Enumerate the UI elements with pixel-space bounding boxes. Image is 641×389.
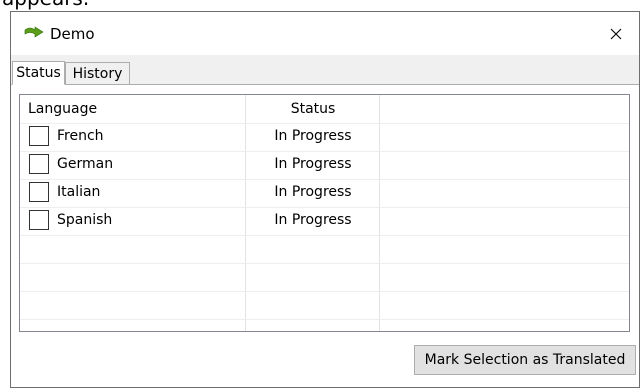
row-divider — [20, 319, 629, 320]
row-checkbox[interactable] — [29, 126, 49, 146]
row-checkbox[interactable] — [29, 182, 49, 202]
status-cell: In Progress — [274, 212, 352, 228]
row-divider — [20, 291, 629, 292]
status-cell: In Progress — [274, 128, 352, 144]
status-tab-panel: Language Status French In Progress Germa… — [11, 84, 639, 387]
row-checkbox[interactable] — [29, 210, 49, 230]
window-title: Demo — [50, 25, 95, 43]
app-icon — [24, 26, 44, 38]
row-checkbox[interactable] — [29, 154, 49, 174]
table-row[interactable]: German In Progress — [20, 151, 629, 179]
table-row[interactable]: Italian In Progress — [20, 179, 629, 207]
close-icon — [610, 28, 622, 39]
close-button[interactable] — [593, 12, 639, 55]
status-cell: In Progress — [274, 184, 352, 200]
status-cell: In Progress — [274, 156, 352, 172]
column-header-language[interactable]: Language — [28, 99, 97, 119]
clipped-caption-text: appears. — [2, 0, 89, 10]
row-divider — [20, 263, 629, 264]
demo-window: Demo Status History Language Status Fren… — [10, 11, 640, 388]
language-cell: French — [57, 128, 104, 144]
table-row[interactable]: Spanish In Progress — [20, 207, 629, 235]
tab-status[interactable]: Status — [12, 61, 65, 85]
language-cell: German — [57, 156, 114, 172]
language-status-grid[interactable]: Language Status French In Progress Germa… — [19, 94, 630, 332]
title-bar[interactable]: Demo — [11, 12, 639, 55]
row-divider — [20, 235, 629, 236]
table-row[interactable]: French In Progress — [20, 123, 629, 151]
tab-history[interactable]: History — [65, 62, 130, 85]
column-header-status[interactable]: Status — [246, 99, 380, 119]
mark-selection-translated-button[interactable]: Mark Selection as Translated — [414, 345, 636, 375]
language-cell: Italian — [57, 184, 101, 200]
language-cell: Spanish — [57, 212, 113, 228]
